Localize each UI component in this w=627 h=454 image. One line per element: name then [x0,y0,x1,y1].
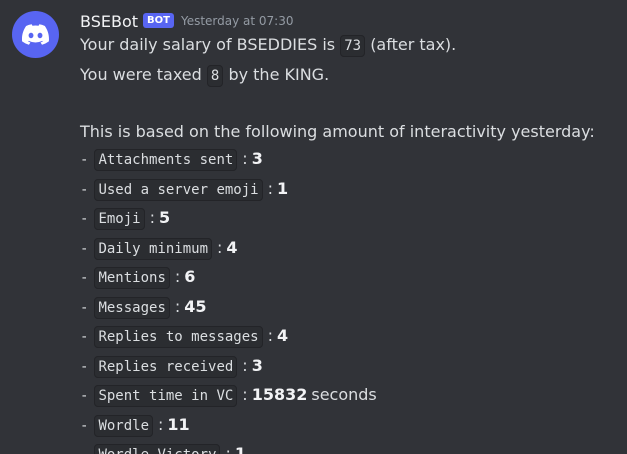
stat-value: 15832 [251,385,308,404]
list-dash: - [80,181,89,198]
stat-separator: : [149,208,155,227]
list-item: - Emoji:5 [80,204,621,234]
stat-label: Emoji [94,208,145,230]
stat-label: Spent time in VC [94,385,238,407]
author-name[interactable]: BSEBot [80,12,138,31]
stat-separator: : [267,178,273,198]
stat-label: Messages [94,296,170,319]
list-dash: - [80,152,89,168]
salary-prefix: Your daily salary of BSEDDIES is [80,35,336,54]
list-dash: - [80,447,88,454]
list-dash: - [80,240,89,257]
stat-separator: : [174,296,181,316]
stat-label: Replies to messages [94,326,263,348]
list-dash: - [80,417,89,434]
salary-suffix: (after tax). [370,35,457,54]
discord-logo-icon [22,24,49,45]
stat-unit: seconds [311,385,377,404]
salary-amount: 73 [340,35,366,57]
stat-label: Wordle Victory [94,444,221,454]
stat-value: 4 [226,237,238,257]
stat-value: 6 [184,267,196,286]
stat-value: 4 [276,326,289,345]
stat-value: 1 [276,178,289,198]
bot-avatar[interactable] [12,11,59,58]
stat-separator: : [242,355,248,375]
interactivity-list: - Attachments sent:3 - Used a server emoji… [80,145,621,454]
stat-separator: : [217,237,223,257]
tax-amount: 8 [206,64,224,87]
stat-label: Mentions [94,267,170,289]
tax-suffix: by the KING. [228,64,330,84]
list-item: - Daily minimum:4 [80,234,621,264]
interactivity-intro: This is based on the following amount of… [80,121,595,141]
stat-value: 3 [251,355,263,375]
stat-label: Replies received [94,355,238,378]
list-item: -Wordle Victory:1 [80,440,621,454]
stat-value: 45 [184,296,207,316]
list-item: - Wordle:11 [80,411,621,441]
list-item: - Replies to messages:4 [80,322,621,352]
list-dash: - [80,329,89,345]
list-item: - Messages:45 [80,293,621,323]
tax-prefix: You were taxed [80,64,202,84]
list-item: - Mentions:6 [80,263,621,293]
stat-separator: : [242,385,248,404]
list-dash: - [80,211,89,227]
message-header: BSEBot BOT Yesterday at 07:30 [80,10,621,32]
stat-label: Used a server emoji [94,178,263,201]
stat-separator: : [174,267,181,286]
stat-value: 3 [251,149,263,168]
stat-value: 1 [234,444,246,454]
list-dash: - [80,388,89,404]
list-item: - Used a server emoji:1 [80,175,621,205]
stat-label: Daily minimum [94,237,213,260]
stat-value: 5 [158,208,171,227]
message-content: BSEBot BOT Yesterday at 07:30 Your daily… [80,10,621,454]
stat-separator: : [158,414,164,434]
stat-separator: : [242,149,248,168]
tax-line: You were taxed 8 by the KING. [80,61,621,91]
list-item: - Spent time in VC:15832 seconds [80,381,621,411]
list-item: - Attachments sent:3 [80,145,621,175]
list-item: - Replies received:3 [80,352,621,382]
stat-separator: : [225,444,231,454]
stat-separator: : [267,326,273,345]
chat-message: BSEBot BOT Yesterday at 07:30 Your daily… [0,0,627,454]
stat-label: Attachments sent [94,149,238,171]
list-dash: - [80,270,89,286]
list-dash: - [80,299,89,316]
stat-value: 11 [167,414,190,434]
list-dash: - [80,358,89,375]
message-timestamp[interactable]: Yesterday at 07:30 [181,14,294,28]
salary-line: Your daily salary of BSEDDIES is 73 (aft… [80,31,621,61]
stat-label: Wordle [94,414,154,437]
bot-badge: BOT [143,12,174,28]
